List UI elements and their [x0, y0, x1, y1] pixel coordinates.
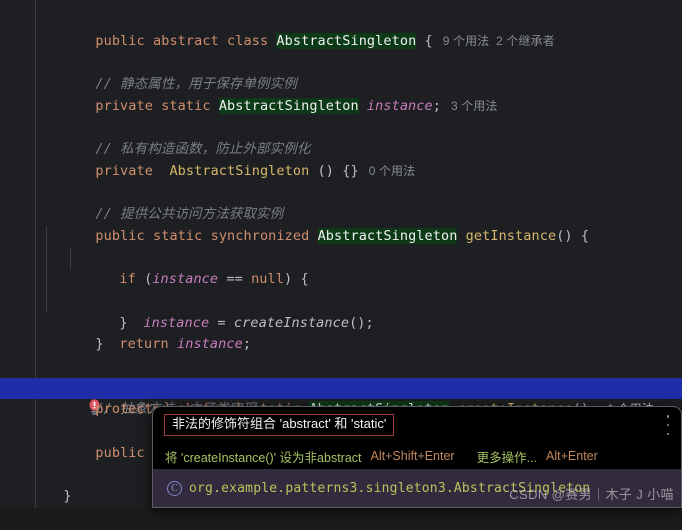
class-c-icon: C: [167, 480, 182, 496]
code-line[interactable]: private AbstractSingleton () {} 0 个用法: [0, 139, 682, 179]
quickfix-primary-shortcut: Alt+Shift+Enter: [370, 449, 455, 463]
tooltip-message-row: 非法的修饰符组合 'abstract' 和 'static': [153, 407, 681, 443]
code-line[interactable]: public static synchronized AbstractSingl…: [0, 204, 682, 244]
code-line[interactable]: private static AbstractSingleton instanc…: [0, 74, 682, 114]
quickfix-more-shortcut: Alt+Enter: [546, 449, 598, 463]
code-line[interactable]: }: [0, 313, 682, 352]
code-line-blank[interactable]: [0, 334, 682, 356]
class-closing-brace: }: [63, 488, 72, 505]
quickfix-more-actions[interactable]: 更多操作...: [477, 447, 537, 466]
code-line[interactable]: return instance;: [0, 290, 682, 352]
fully-qualified-class-name: org.example.patterns3.singleton3.Abstrac…: [189, 480, 591, 496]
error-message: 非法的修饰符组合 'abstract' 和 'static': [164, 414, 395, 436]
code-line[interactable]: instance = createInstance();: [0, 247, 682, 331]
code-line[interactable]: // 私有构造函数，防止外部实例化: [0, 117, 682, 157]
tooltip-footer: C org.example.patterns3.singleton3.Abstr…: [153, 469, 681, 507]
code-line-blank[interactable]: [0, 161, 682, 183]
code-line[interactable]: // 抽象方法，由子类实现: [0, 356, 682, 417]
code-line-selected[interactable]: protected abstract static AbstractSingle…: [0, 377, 682, 418]
more-options-icon[interactable]: [666, 415, 670, 435]
code-line[interactable]: if (instance == null) {: [0, 225, 682, 287]
tooltip-actions-row: 将 'createInstance()' 设为非abstract Alt+Shi…: [153, 443, 681, 469]
code-line-blank[interactable]: [0, 31, 682, 53]
code-line-blank[interactable]: [0, 96, 682, 118]
code-line[interactable]: // 静态属性，用于保存单例实例: [0, 52, 682, 92]
error-tooltip-popup[interactable]: 非法的修饰符组合 'abstract' 和 'static' 将 'create…: [152, 406, 682, 508]
quickfix-primary-action[interactable]: 将 'createInstance()' 设为非abstract: [165, 447, 362, 466]
code-line[interactable]: }: [0, 269, 682, 331]
code-line[interactable]: // 提供公共访问方法获取实例: [0, 183, 682, 222]
code-line[interactable]: public abstract class AbstractSingleton …: [0, 9, 682, 49]
